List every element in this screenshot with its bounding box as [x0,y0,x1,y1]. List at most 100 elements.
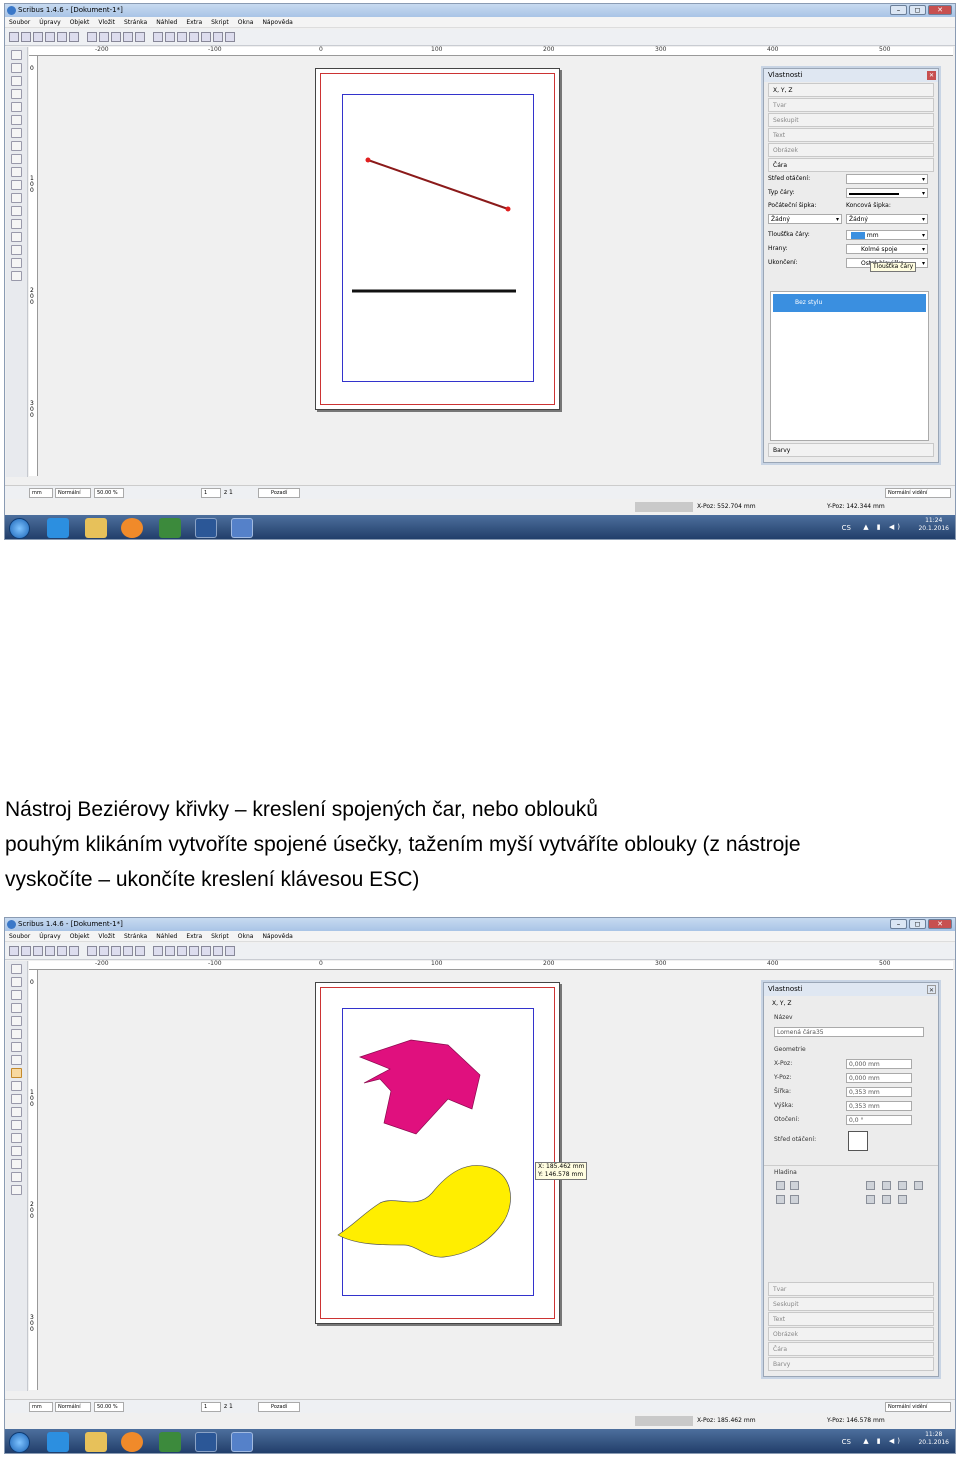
save-icon[interactable] [33,32,43,42]
view-select[interactable]: Normální vidění [885,488,951,498]
menu-file[interactable]: Soubor [9,931,30,941]
section-image[interactable]: Obrázek [768,1327,934,1341]
internet-explorer-icon[interactable] [47,1432,69,1452]
page[interactable] [315,68,560,410]
rotation-input[interactable]: 0,0 ° [846,1115,912,1125]
menu-extra[interactable]: Extra [186,931,202,941]
render-icon[interactable] [225,32,235,42]
line-tool-icon[interactable] [11,1055,22,1065]
yellow-bezier-shape[interactable] [337,1165,511,1258]
menu-object[interactable]: Objekt [70,17,90,27]
undo-icon[interactable] [87,946,97,956]
menu-help[interactable]: Nápověda [262,17,292,27]
freehand-tool-icon[interactable] [11,1081,22,1091]
print-icon[interactable] [57,946,67,956]
copy-icon[interactable] [123,32,133,42]
measure-tool-icon[interactable] [11,245,22,255]
eyedropper-tool-icon[interactable] [11,271,22,281]
ypos-input[interactable]: 0,000 mm [846,1073,912,1083]
page-select[interactable]: 1 [201,488,221,498]
level-bottom-icon[interactable] [790,1195,799,1204]
shape-tool-icon[interactable] [11,1029,22,1039]
preflight-icon[interactable] [153,946,163,956]
close-document-icon[interactable] [45,946,55,956]
freehand-tool-icon[interactable] [11,167,22,177]
unlink-frames-icon[interactable] [11,1146,22,1156]
internet-explorer-icon[interactable] [47,518,69,538]
rotate-tool-icon[interactable] [11,1094,22,1104]
open-icon[interactable] [21,32,31,42]
copy-properties-icon[interactable] [11,1172,22,1182]
render-icon[interactable] [225,946,235,956]
section-text[interactable]: Text [768,1312,934,1326]
text-frame-tool-icon[interactable] [11,977,22,987]
layer-select[interactable]: Pozadí [258,488,300,498]
close-button[interactable]: ✕ [928,5,952,15]
section-shape[interactable]: Tvar [768,1282,934,1296]
redo-icon[interactable] [99,946,109,956]
end-arrow-select[interactable]: Žádný [846,214,928,224]
shape-tool-icon[interactable] [11,115,22,125]
menu-help[interactable]: Nápověda [262,931,292,941]
mode-select[interactable]: Normální [55,1402,91,1412]
section-image[interactable]: Obrázek [768,143,934,157]
maximize-button[interactable]: ◻ [909,5,926,15]
grid-icon[interactable] [165,32,175,42]
color-icon[interactable] [213,946,223,956]
line-type-select[interactable] [846,188,928,198]
new-document-icon[interactable] [9,32,19,42]
name-input[interactable]: Lomená čára35 [774,1027,924,1037]
redo-icon[interactable] [99,32,109,42]
media-player-icon[interactable] [121,1432,143,1452]
tray-icons[interactable]: ▲ ▮ ◀) [863,1437,903,1445]
file-explorer-icon[interactable] [85,518,107,538]
scribus-taskbar-icon[interactable] [231,1432,253,1452]
unit-select[interactable]: mm [29,488,53,498]
language-indicator[interactable]: CS [842,1438,851,1446]
menu-edit[interactable]: Úpravy [39,17,60,27]
menu-script[interactable]: Skript [211,17,229,27]
media-player-icon[interactable] [121,518,143,538]
bezier-node[interactable] [365,157,371,163]
text-frame-tool-icon[interactable] [11,63,22,73]
file-explorer-icon[interactable] [85,1432,107,1452]
print-icon[interactable] [57,32,67,42]
layer-select[interactable]: Pozadí [258,1402,300,1412]
menu-page[interactable]: Stránka [124,931,147,941]
page[interactable] [315,982,560,1324]
line-tool-icon[interactable] [11,141,22,151]
xpos-input[interactable]: 0,000 mm [846,1059,912,1069]
tray-icons[interactable]: ▲ ▮ ◀) [863,523,903,531]
eyedropper-tool-icon[interactable] [11,1185,22,1195]
cut-icon[interactable] [111,32,121,42]
rotation-center-widget-icon[interactable] [848,1131,868,1151]
rotation-center-select[interactable] [846,174,928,184]
polygon-tool-icon[interactable] [11,1042,22,1052]
zoom-input[interactable]: 50.00 % [94,1402,124,1412]
measure-tool-icon[interactable] [11,1159,22,1169]
section-xyz[interactable]: X, Y, Z [768,83,934,97]
bezier-tool-icon[interactable] [11,1068,22,1078]
bezier-tool-icon[interactable] [11,154,22,164]
height-input[interactable]: 0,353 mm [846,1101,912,1111]
pdf-export-icon[interactable] [69,32,79,42]
menu-extra[interactable]: Extra [186,17,202,27]
frame-icon[interactable] [189,946,199,956]
preflight-icon[interactable] [153,32,163,42]
minimize-button[interactable]: – [890,919,907,929]
section-group[interactable]: Seskupit [768,113,934,127]
publisher-icon[interactable] [159,1432,181,1452]
image-frame-tool-icon[interactable] [11,990,22,1000]
paste-icon[interactable] [135,32,145,42]
close-document-icon[interactable] [45,32,55,42]
check-icon[interactable] [177,32,187,42]
minimize-button[interactable]: – [890,5,907,15]
menu-script[interactable]: Skript [211,931,229,941]
edit-text-tool-icon[interactable] [11,1120,22,1130]
unit-select[interactable]: mm [29,1402,53,1412]
section-line[interactable]: Čára [768,158,934,172]
table-tool-icon[interactable] [11,1016,22,1026]
style-item-selected[interactable]: Bez stylu [773,294,926,312]
image-frame-tool-icon[interactable] [11,76,22,86]
rotate-tool-icon[interactable] [11,180,22,190]
